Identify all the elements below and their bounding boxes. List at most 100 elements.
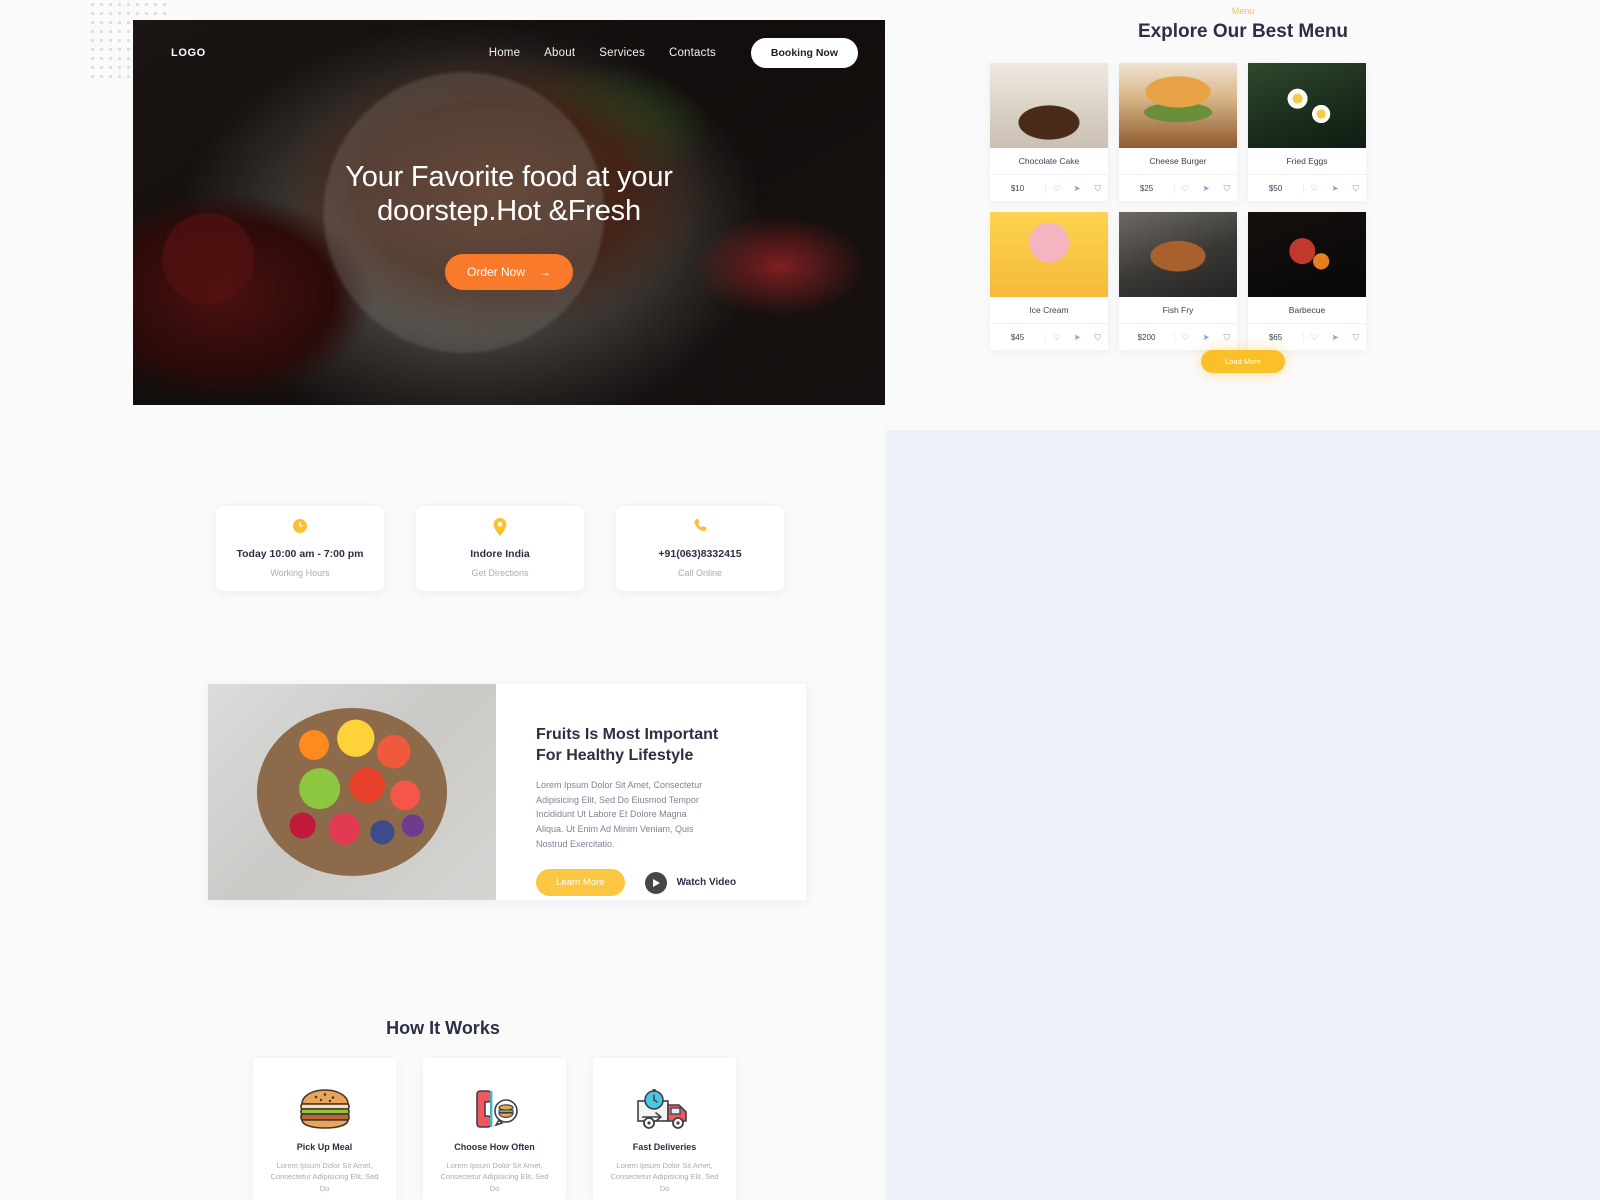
menu-item-footer: $25 ♡ ➤ ⛉ [1119, 175, 1237, 201]
how-it-works-card-name: Fast Deliveries [632, 1142, 697, 1152]
how-it-works-cards: Pick Up Meal Lorem Ipsum Dolor Sit Amet,… [253, 1058, 833, 1200]
hero-title-line-2: doorstep.Hot &Fresh [377, 195, 641, 228]
share-icon[interactable]: ➤ [1067, 183, 1088, 194]
menu-card[interactable]: Ice Cream $45 ♡ ➤ ⛉ [990, 212, 1108, 350]
fruit-bowl-image [208, 684, 496, 900]
menu-item-actions: ♡ ➤ ⛉ [1046, 332, 1108, 343]
cart-icon[interactable]: ⛉ [1345, 183, 1366, 194]
menu-item-image [1248, 63, 1366, 148]
cart-icon[interactable]: ⛉ [1216, 183, 1237, 194]
menu-item-name: Fish Fry [1119, 297, 1237, 324]
how-it-works-card-pick-up-meal[interactable]: Pick Up Meal Lorem Ipsum Dolor Sit Amet,… [253, 1058, 396, 1200]
like-icon[interactable]: ♡ [1175, 332, 1196, 343]
like-icon[interactable]: ♡ [1304, 183, 1325, 194]
menu-item-name: Ice Cream [990, 297, 1108, 324]
fruits-heading: Fruits Is Most Important For Healthy Lif… [536, 724, 772, 766]
menu-item-actions: ♡ ➤ ⛉ [1046, 183, 1108, 194]
how-it-works-card-fast-deliveries[interactable]: Fast Deliveries Lorem Ipsum Dolor Sit Am… [593, 1058, 736, 1200]
how-it-works-card-desc: Lorem Ipsum Dolor Sit Amet, Consectetur … [440, 1161, 549, 1193]
hero-banner: LOGO Home About Services Contacts Bookin… [133, 20, 885, 405]
fruit-bowl-graphic [257, 708, 447, 876]
menu-card[interactable]: Fried Eggs $50 ♡ ➤ ⛉ [1248, 63, 1366, 201]
menu-item-price: $10 [990, 183, 1046, 193]
like-icon[interactable]: ♡ [1175, 183, 1196, 194]
menu-section: Menu Explore Our Best Menu Chocolate Cak… [886, 0, 1600, 430]
menu-item-footer: $50 ♡ ➤ ⛉ [1248, 175, 1366, 201]
hero-content: Your Favorite food at your doorstep.Hot … [133, 160, 885, 291]
menu-item-image [1119, 212, 1237, 297]
share-icon[interactable]: ➤ [1067, 332, 1088, 343]
how-it-works-card-name: Pick Up Meal [296, 1142, 353, 1152]
cart-icon[interactable]: ⛉ [1216, 332, 1237, 343]
menu-item-image [1119, 63, 1237, 148]
menu-item-name: Chocolate Cake [990, 148, 1108, 175]
play-icon [644, 871, 667, 894]
fruits-actions: Learn More Watch Video [536, 869, 772, 897]
menu-item-price: $200 [1119, 332, 1175, 342]
menu-item-actions: ♡ ➤ ⛉ [1175, 332, 1237, 343]
nav-item-contacts[interactable]: Contacts [669, 47, 716, 59]
info-cards-row: Today 10:00 am - 7:00 pm Working Hours I… [216, 506, 784, 591]
menu-item-footer: $45 ♡ ➤ ⛉ [990, 324, 1108, 350]
cart-icon[interactable]: ⛉ [1087, 183, 1108, 194]
like-icon[interactable]: ♡ [1046, 183, 1067, 194]
how-it-works-card-desc: Lorem Ipsum Dolor Sit Amet, Consectetur … [270, 1161, 379, 1193]
clock-icon [292, 518, 308, 538]
nav-links: Home About Services Contacts [489, 47, 716, 59]
how-it-works-card-choose-how-often[interactable]: Choose How Often Lorem Ipsum Dolor Sit A… [423, 1058, 566, 1200]
watch-video-label: Watch Video [676, 877, 737, 889]
fruits-heading-line-1: Fruits Is Most Important [536, 726, 719, 743]
booking-now-button[interactable]: Booking Now [750, 38, 858, 68]
menu-card[interactable]: Cheese Burger $25 ♡ ➤ ⛉ [1119, 63, 1237, 201]
nav-item-services[interactable]: Services [599, 47, 645, 59]
like-icon[interactable]: ♡ [1046, 332, 1067, 343]
menu-item-price: $65 [1248, 332, 1304, 342]
location-pin-icon [493, 518, 507, 538]
arrow-right-icon: → [539, 265, 551, 280]
share-icon[interactable]: ➤ [1325, 332, 1346, 343]
load-more-wrapper: Load More [886, 350, 1600, 373]
info-card-directions[interactable]: Indore India Get Directions [416, 506, 584, 591]
share-icon[interactable]: ➤ [1325, 183, 1346, 194]
info-card-subtitle: Get Directions [471, 568, 529, 578]
like-icon[interactable]: ♡ [1304, 332, 1325, 343]
menu-card[interactable]: Fish Fry $200 ♡ ➤ ⛉ [1119, 212, 1237, 350]
hero-title-line-1: Your Favorite food at your [345, 161, 673, 193]
share-icon[interactable]: ➤ [1196, 183, 1217, 194]
phone-order-icon [468, 1086, 522, 1132]
menu-item-image [990, 212, 1108, 297]
menu-eyebrow: Menu [1231, 6, 1255, 16]
info-card-title: Today 10:00 am - 7:00 pm [236, 548, 364, 560]
cart-icon[interactable]: ⛉ [1087, 332, 1108, 343]
fruits-paragraph: Lorem Ipsum Dolor Sit Amet, Consectetur … [536, 780, 703, 849]
fruits-feature-block: Fruits Is Most Important For Healthy Lif… [208, 684, 806, 900]
menu-item-footer: $200 ♡ ➤ ⛉ [1119, 324, 1237, 350]
menu-item-name: Fried Eggs [1248, 148, 1366, 175]
share-icon[interactable]: ➤ [1196, 332, 1217, 343]
menu-grid: Chocolate Cake $10 ♡ ➤ ⛉ Cheese Burger $… [990, 63, 1490, 350]
order-now-label: Order Now [466, 265, 525, 280]
order-now-button[interactable]: Order Now → [444, 254, 573, 291]
phone-icon [692, 518, 708, 538]
info-card-subtitle: Working Hours [270, 568, 330, 578]
menu-item-price: $45 [990, 332, 1046, 342]
right-column: Menu Explore Our Best Menu Chocolate Cak… [886, 0, 1600, 1200]
menu-card[interactable]: Barbecue $65 ♡ ➤ ⛉ [1248, 212, 1366, 350]
site-logo[interactable]: LOGO [171, 47, 206, 59]
how-it-works-card-name: Choose How Often [454, 1142, 535, 1152]
info-card-call[interactable]: +91(063)8332415 Call Online [616, 506, 784, 591]
learn-more-button[interactable]: Learn More [536, 869, 625, 897]
info-card-subtitle: Call Online [677, 568, 723, 578]
how-it-works-card-desc: Lorem Ipsum Dolor Sit Amet, Consectetur … [610, 1161, 719, 1193]
cart-icon[interactable]: ⛉ [1345, 332, 1366, 343]
watch-video-button[interactable]: Watch Video [644, 871, 737, 894]
menu-heading: Explore Our Best Menu [1137, 21, 1349, 42]
info-card-title: Indore India [470, 548, 530, 560]
load-more-button[interactable]: Load More [1201, 350, 1285, 373]
nav-item-home[interactable]: Home [489, 47, 520, 59]
nav-item-about[interactable]: About [544, 47, 575, 59]
menu-item-price: $50 [1248, 183, 1304, 193]
info-card-working-hours[interactable]: Today 10:00 am - 7:00 pm Working Hours [216, 506, 384, 591]
menu-card[interactable]: Chocolate Cake $10 ♡ ➤ ⛉ [990, 63, 1108, 201]
landing-page: LOGO Home About Services Contacts Bookin… [0, 0, 1600, 1200]
